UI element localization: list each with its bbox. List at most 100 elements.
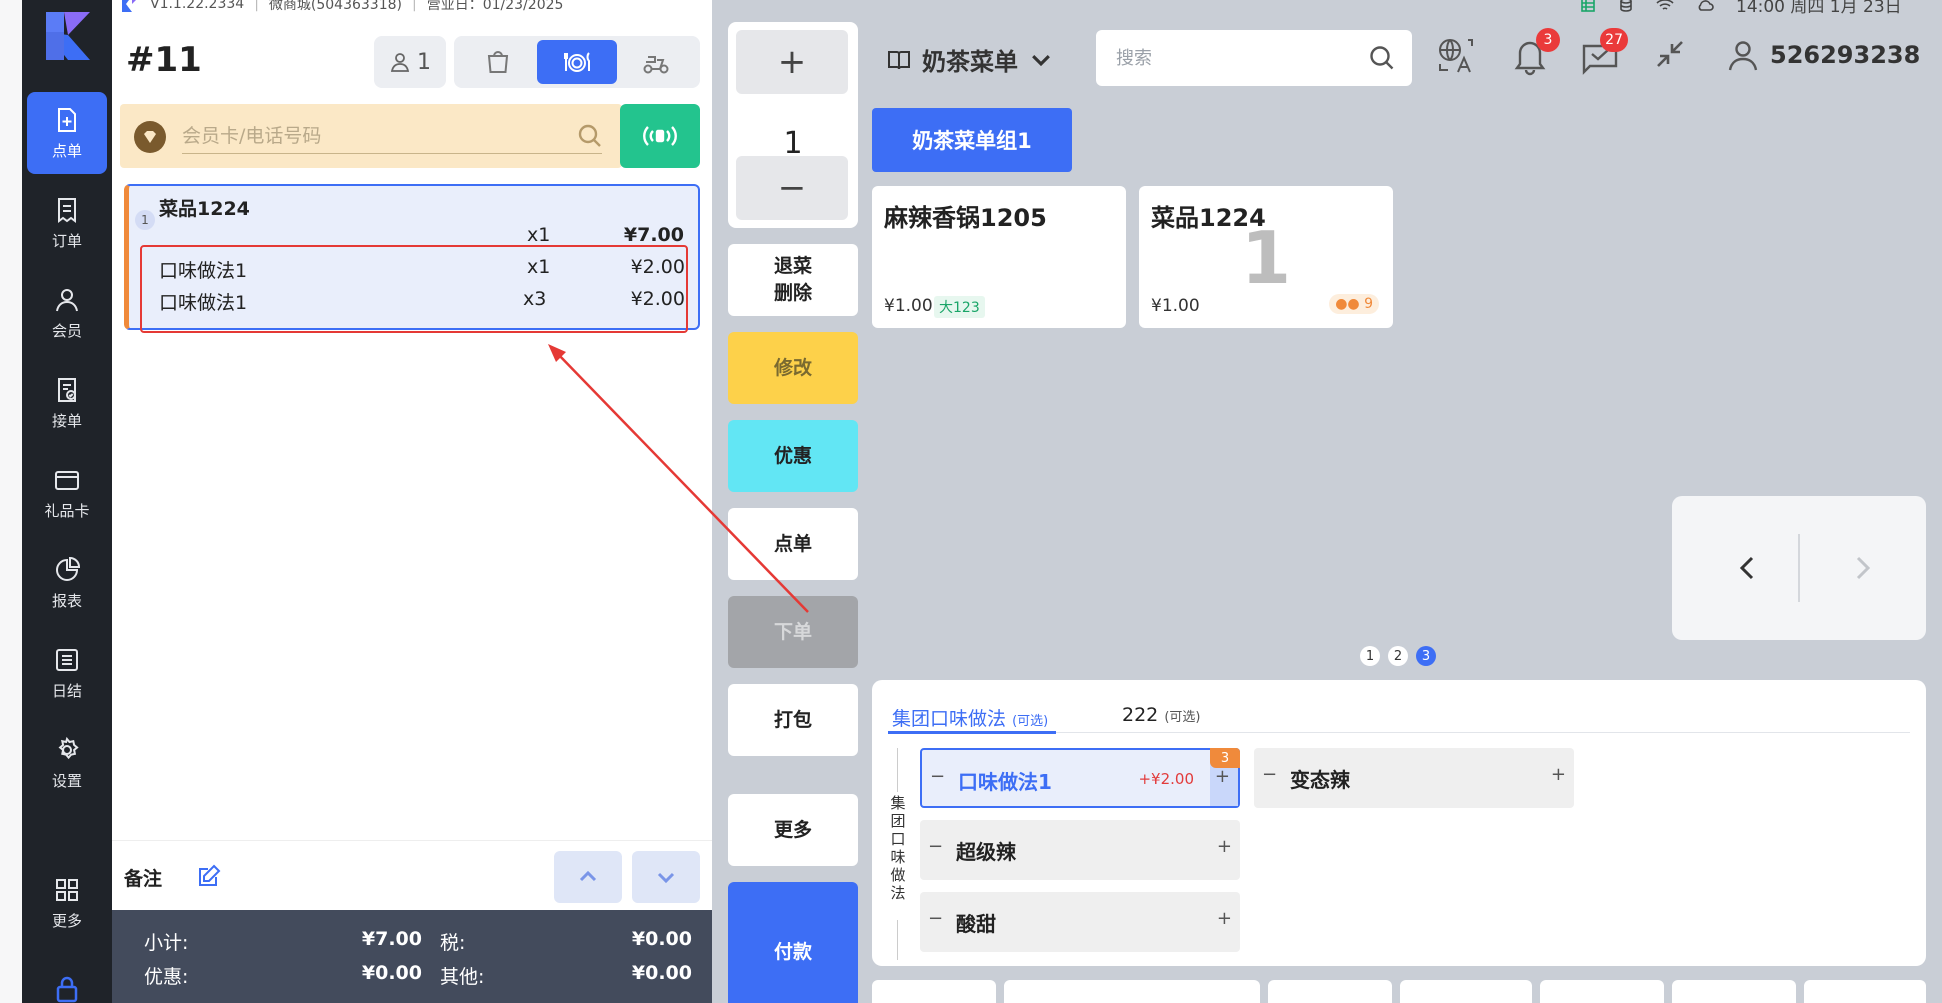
notification-button[interactable]: 3 <box>1512 28 1560 76</box>
lock-icon[interactable] <box>53 975 81 1003</box>
nfc-card-button[interactable] <box>620 104 700 168</box>
sidebar-item-order[interactable]: 点单 <box>27 92 107 174</box>
sidebar-item-label: 日结 <box>51 681 82 700</box>
app-logo-small-icon <box>122 0 136 12</box>
bottom-tile[interactable] <box>1004 980 1260 1003</box>
modifier-option[interactable]: − 口味做法1 +¥2.00 + 3 <box>920 748 1240 808</box>
place-order-button[interactable]: 下单 <box>728 596 858 668</box>
takeaway-mode-button[interactable] <box>458 40 538 84</box>
action-column: + 1 − 退菜 删除 修改 优惠 点单 下单 打包 更多 付款 <box>712 0 862 1003</box>
wifi-icon <box>1656 0 1674 10</box>
menu-group-tab[interactable]: 奶茶菜单组1 <box>872 108 1072 172</box>
promo-button[interactable]: 优惠 <box>728 420 858 492</box>
menu-search-input[interactable] <box>1116 42 1356 74</box>
chevron-right-icon[interactable] <box>1842 548 1882 588</box>
messages-button[interactable]: 27 <box>1580 28 1628 76</box>
tax-value: ¥0.00 <box>631 928 692 950</box>
dish-card[interactable]: 1 菜品1224 ¥1.00 ●● 9 <box>1139 186 1393 328</box>
sidebar-item-label: 会员 <box>51 321 82 340</box>
delivery-mode-button[interactable] <box>616 40 696 84</box>
sidebar-item-label: 点单 <box>51 141 82 160</box>
scroll-up-button[interactable] <box>554 851 622 903</box>
quantity-stepper: + 1 − <box>728 22 858 228</box>
sidebar-item-more[interactable]: 更多 <box>27 862 107 944</box>
option-name: 酸甜 <box>956 912 996 936</box>
modifier-tab-222[interactable]: 222 (可选) <box>1122 704 1200 726</box>
pack-button[interactable]: 打包 <box>728 684 858 756</box>
modifier-option[interactable]: − 超级辣 + <box>920 820 1240 880</box>
option-plus-button[interactable]: + <box>1551 764 1566 785</box>
return-delete-button[interactable]: 退菜 删除 <box>728 244 858 316</box>
bottom-tile[interactable] <box>1540 980 1664 1003</box>
group-label-char: 集 <box>890 794 906 812</box>
bottom-tile[interactable] <box>1400 980 1532 1003</box>
guest-count-button[interactable]: 1 <box>374 36 446 88</box>
scroll-down-button[interactable] <box>632 851 700 903</box>
translate-icon <box>1439 39 1473 73</box>
sidebar-item-orders[interactable]: 订单 <box>27 182 107 264</box>
line-seq-badge: 1 <box>135 210 155 230</box>
option-plus-button[interactable]: + <box>1217 908 1232 929</box>
order-panel: V1.1.22.2334 | 微商城(504363318) | 营业日：01/2… <box>112 0 712 1003</box>
option-minus-button[interactable]: − <box>1262 764 1277 785</box>
page-dot[interactable]: 2 <box>1388 646 1408 666</box>
search-icon[interactable] <box>576 122 604 150</box>
menu-search-box <box>1096 30 1412 86</box>
receipt-icon <box>58 197 76 223</box>
more-button[interactable]: 更多 <box>728 794 858 866</box>
dish-card[interactable]: 麻辣香锅1205 ¥1.00 大123 <box>872 186 1126 328</box>
bottom-tile[interactable] <box>1672 980 1796 1003</box>
collapse-button[interactable] <box>1652 36 1692 76</box>
translate-button[interactable] <box>1436 36 1476 76</box>
qty-increase-button[interactable]: + <box>736 30 848 94</box>
modify-button[interactable]: 修改 <box>728 332 858 404</box>
page-dot-active[interactable]: 3 <box>1416 646 1436 666</box>
bottom-tile[interactable] <box>1268 980 1392 1003</box>
modifier-tab-label: 222 <box>1122 704 1159 726</box>
sidebar-item-daily-close[interactable]: 日结 <box>27 632 107 714</box>
modifiers-panel: 集团口味做法 (可选) 222 (可选) 集 团 口 味 做 法 − 口味做法1… <box>872 680 1926 966</box>
collapse-arrows-icon <box>1657 41 1683 67</box>
app-logo-icon <box>46 12 90 60</box>
option-minus-button[interactable]: − <box>928 908 943 929</box>
dish-stock-badge: ●● 9 <box>1329 294 1379 314</box>
sidebar-item-settings[interactable]: 设置 <box>27 722 107 804</box>
modifier-option[interactable]: − 变态辣 + <box>1254 748 1574 808</box>
return-label: 退菜 <box>773 255 812 278</box>
qty-decrease-button[interactable]: − <box>736 156 848 220</box>
sidebar-item-giftcard[interactable]: 礼品卡 <box>27 452 107 534</box>
edit-icon[interactable] <box>196 863 222 889</box>
dish-name: 麻辣香锅1205 <box>884 204 1047 232</box>
sidebar-item-label: 更多 <box>51 911 82 930</box>
order-button[interactable]: 点单 <box>728 508 858 580</box>
discount-label: 优惠: <box>144 966 189 988</box>
modifier-option[interactable]: − 酸甜 + <box>920 892 1240 952</box>
sidebar-item-report[interactable]: 报表 <box>27 542 107 624</box>
chevron-left-icon[interactable] <box>1728 548 1768 588</box>
dish-pager <box>1672 496 1926 640</box>
bottom-tile[interactable] <box>1804 980 1926 1003</box>
bottom-tile[interactable] <box>872 980 996 1003</box>
database-icon <box>1620 0 1632 12</box>
member-search-input[interactable] <box>182 118 602 154</box>
sidebar-item-label: 礼品卡 <box>44 501 90 520</box>
search-icon[interactable] <box>1368 44 1396 72</box>
option-minus-button[interactable]: − <box>928 836 943 857</box>
stock-icon: ●● <box>1335 296 1365 312</box>
menu-selector[interactable]: 奶茶菜单 <box>886 42 1054 77</box>
dish-name: 菜品1224 <box>1151 204 1266 232</box>
sidebar-item-label: 接单 <box>51 411 82 430</box>
sidebar-item-accept[interactable]: 接单 <box>27 362 107 444</box>
modifier-tab-group[interactable]: 集团口味做法 (可选) <box>892 704 1048 731</box>
menu-title: 奶茶菜单 <box>922 48 1018 76</box>
option-plus-button[interactable]: + <box>1215 766 1230 787</box>
option-plus-button[interactable]: + <box>1217 836 1232 857</box>
pay-button[interactable]: 付款 <box>728 882 858 1003</box>
page-dot[interactable]: 1 <box>1360 646 1380 666</box>
dine-in-mode-button[interactable] <box>537 40 617 84</box>
book-icon <box>888 50 910 69</box>
option-minus-button[interactable]: − <box>930 766 945 787</box>
group-label-char: 口 <box>890 830 906 848</box>
sidebar-item-member[interactable]: 会员 <box>27 272 107 354</box>
user-account[interactable]: 526293238 <box>1726 38 1920 72</box>
